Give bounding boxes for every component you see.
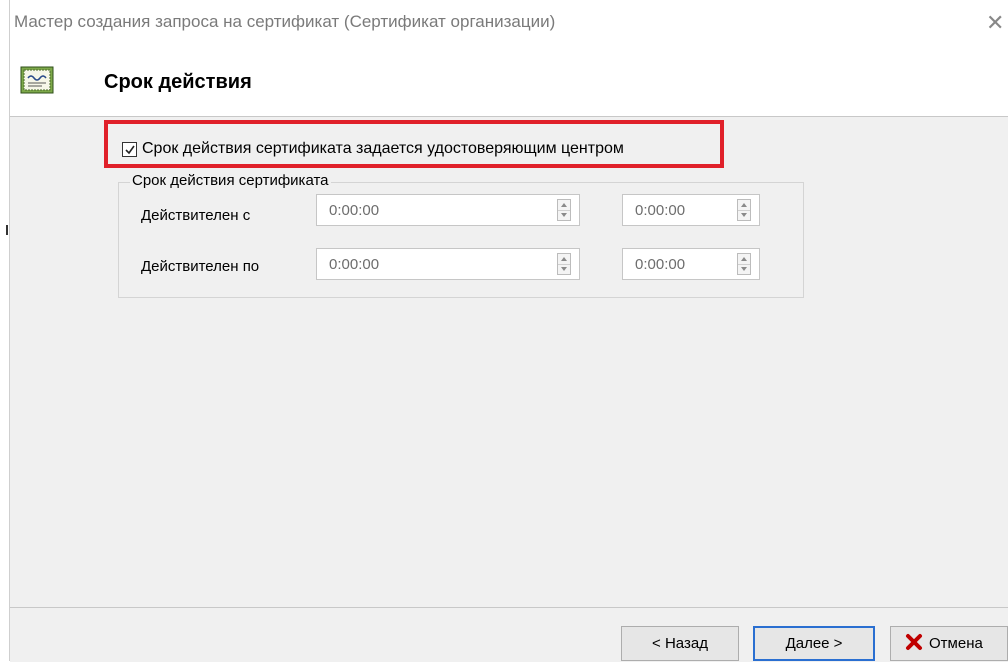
- left-window-edge: [0, 0, 10, 661]
- close-icon[interactable]: ✕: [986, 10, 1008, 36]
- next-button[interactable]: Далее >: [753, 626, 875, 661]
- valid-to-time-field[interactable]: 0:00:00: [622, 248, 760, 280]
- window-title: Мастер создания запроса на сертификат (С…: [14, 12, 556, 31]
- certificate-icon: [20, 66, 54, 94]
- wizard-window: Мастер создания запроса на сертификат (С…: [0, 0, 1008, 662]
- validity-group-label: Срок действия сертификата: [130, 172, 331, 189]
- valid-from-time-value: 0:00:00: [635, 202, 686, 219]
- ca-validity-checkbox[interactable]: [122, 141, 137, 157]
- page-title: Срок действия: [104, 71, 252, 93]
- valid-from-date-value: 0:00:00: [329, 202, 380, 219]
- valid-from-label: Действителен с: [141, 207, 251, 224]
- spin-arrows-icon[interactable]: [737, 253, 751, 275]
- valid-to-date-field[interactable]: 0:00:00: [316, 248, 580, 280]
- ca-validity-checkbox-row[interactable]: Срок действия сертификата задается удост…: [122, 138, 624, 160]
- ca-validity-checkbox-label[interactable]: Срок действия сертификата задается удост…: [142, 140, 624, 158]
- valid-to-label: Действителен по: [141, 258, 260, 275]
- spin-arrows-icon[interactable]: [737, 199, 751, 221]
- cancel-button[interactable]: Отмена: [890, 626, 1008, 661]
- cancel-button-label: Отмена: [929, 635, 983, 652]
- back-button[interactable]: < Назад: [621, 626, 739, 661]
- valid-from-time-field[interactable]: 0:00:00: [622, 194, 760, 226]
- cancel-x-icon: [905, 633, 923, 655]
- left-edge-marker: [6, 225, 8, 235]
- valid-to-date-value: 0:00:00: [329, 256, 380, 273]
- title-bar: Мастер создания запроса на сертификат (С…: [10, 0, 1008, 50]
- valid-to-time-value: 0:00:00: [635, 256, 686, 273]
- valid-from-date-field[interactable]: 0:00:00: [316, 194, 580, 226]
- spin-arrows-icon[interactable]: [557, 253, 571, 275]
- spin-arrows-icon[interactable]: [557, 199, 571, 221]
- page-header: Срок действия: [10, 50, 1008, 117]
